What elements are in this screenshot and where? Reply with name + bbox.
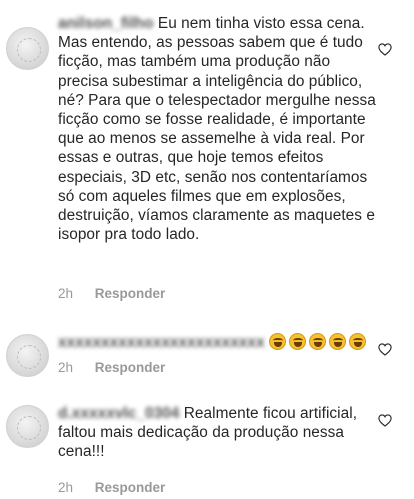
emoji-group [268, 333, 369, 351]
reply-button[interactable]: Responder [95, 360, 166, 375]
reply-button[interactable]: Responder [95, 480, 166, 495]
face-with-tears-of-joy-icon [308, 333, 326, 350]
reply-button[interactable]: Responder [95, 286, 166, 301]
face-with-tears-of-joy-icon [268, 333, 286, 350]
comment-meta: 2h Responder [58, 286, 165, 301]
heart-icon[interactable] [378, 43, 392, 56]
comment-time: 2h [58, 480, 74, 495]
comment-body: xxxxxxxxxxxxxxxxxxxxxxxx [58, 330, 376, 352]
face-with-tears-of-joy-icon [288, 333, 306, 350]
comment-text: Eu nem tinha visto essa cena. Mas entend… [58, 15, 376, 244]
comment-time: 2h [58, 286, 74, 301]
comment-meta: 2h Responder [58, 360, 165, 375]
comment-username[interactable]: xxxxxxxxxxxxxxxxxxxxxxxx [58, 334, 265, 351]
face-with-tears-of-joy-icon [328, 333, 346, 350]
comment-time: 2h [58, 360, 74, 375]
comment-username[interactable]: anilson_filho [58, 15, 154, 32]
face-with-tears-of-joy-icon [348, 333, 366, 350]
comment-body: d.xxxxxvlc_0304 Realmente ficou artifici… [58, 404, 376, 462]
comment-body: anilson_filho Eu nem tinha visto essa ce… [58, 14, 376, 244]
avatar[interactable] [6, 405, 49, 448]
avatar[interactable] [6, 27, 49, 70]
comment-username[interactable]: d.xxxxxvlc_0304 [58, 405, 179, 422]
heart-icon[interactable] [378, 343, 392, 356]
heart-icon[interactable] [378, 414, 392, 427]
comment-meta: 2h Responder [58, 480, 165, 495]
avatar[interactable] [6, 334, 49, 377]
